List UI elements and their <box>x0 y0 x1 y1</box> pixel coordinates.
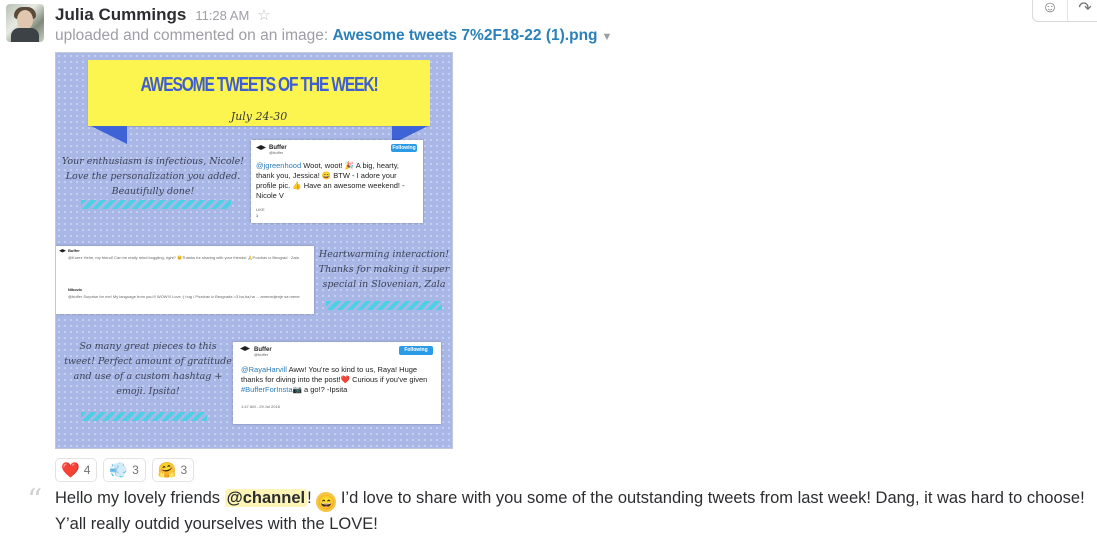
tweet-card-3: Buffer @buffer Following @RayaHarvill Aw… <box>233 342 441 424</box>
avatar[interactable] <box>6 4 44 42</box>
quote-3: So many great pieces to this tweet! Perf… <box>64 341 232 397</box>
tweet-text: @jgreenhood Woot, woot! 🎉 A big, hearty,… <box>256 161 418 201</box>
image-banner: AWESOME TWEETS OF THE WEEK! July 24-30 <box>88 60 430 126</box>
tweet-meta: 1:47 AM - 29 Jul 2016 <box>241 404 280 409</box>
tweet-likes: 1 <box>256 213 259 218</box>
tweet-line-1: @Kurez Hehe, my friend! Can be really mi… <box>68 255 299 260</box>
buffer-logo-icon <box>256 145 266 150</box>
grinning-face-icon: 😄 <box>316 492 337 512</box>
timestamp[interactable]: 11:28 AM <box>195 8 249 23</box>
message-header: Julia Cummings 11:28 AM ☆ <box>55 5 271 27</box>
message-part-2: ! <box>307 489 317 507</box>
chevron-down-icon[interactable]: ▼ <box>602 31 613 43</box>
ribbon-left <box>91 126 127 144</box>
banner-date: July 24-30 <box>230 110 288 123</box>
message-actions: ☺ ↷ <box>1032 0 1097 22</box>
tweet-text: @RayaHarvill Aww! You're so kind to us, … <box>241 365 437 395</box>
avatar-body <box>11 28 39 42</box>
add-reaction-icon[interactable]: ☺ <box>1033 0 1068 21</box>
tweet-handle: @buffer <box>269 150 284 155</box>
heart-icon: ❤️ <box>61 462 80 479</box>
tweet-card-1: Buffer @buffer Following @jgreenhood Woo… <box>251 140 423 223</box>
star-icon[interactable]: ☆ <box>257 6 270 24</box>
reaction-hug[interactable]: 🤗 3 <box>151 458 195 482</box>
reaction-count: 3 <box>180 463 188 477</box>
reaction-count: 3 <box>132 463 139 477</box>
tweet-reply-name: Nikovic <box>68 287 83 292</box>
stripe-2 <box>326 301 442 310</box>
hugging-face-icon: 🤗 <box>157 462 177 479</box>
banner-title: AWESOME TWEETS OF THE WEEK! <box>140 74 378 96</box>
reaction-dash[interactable]: 💨 3 <box>103 458 146 482</box>
tweet-mention: @jgreenhood <box>256 161 302 170</box>
buffer-logo-icon <box>59 249 66 253</box>
dash-icon: 💨 <box>109 462 129 479</box>
quote-1: Your enthusiasm is infectious, Nicole! L… <box>61 156 245 197</box>
upload-prefix: uploaded and commented on an image: <box>55 27 329 44</box>
tweet-handle: @buffer <box>254 352 269 357</box>
tweet-body-end: 📷 a go!? -Ipsita <box>292 385 348 394</box>
buffer-logo-icon <box>240 346 250 351</box>
tweet-author: Buffer <box>68 248 80 253</box>
stripe-1 <box>81 200 231 209</box>
reactions-bar: ❤️ 4 💨 3 🤗 3 <box>55 458 200 482</box>
file-link[interactable]: Awesome tweets 7%2F18-22 (1).png <box>332 27 597 44</box>
stripe-3 <box>81 412 207 421</box>
tweet-line-2: @buffer Surprise for me! My language fro… <box>68 294 300 299</box>
tweet-mention: @RayaHarvill <box>241 365 287 374</box>
reaction-count: 4 <box>83 463 91 477</box>
share-icon[interactable]: ↷ <box>1068 0 1097 21</box>
message-text: Hello my lovely friends @channel! 😄 I’d … <box>55 486 1095 536</box>
follow-button: Following <box>399 346 433 355</box>
message-part-1: Hello my lovely friends <box>55 489 225 507</box>
channel-mention[interactable]: @channel <box>224 489 308 507</box>
tweet-hashtag: #BufferForInsta <box>241 385 293 394</box>
follow-button: Following <box>391 144 417 152</box>
quote-mark-icon: “ <box>27 483 43 518</box>
image-preview[interactable]: AWESOME TWEETS OF THE WEEK! July 24-30 B… <box>55 52 453 449</box>
upload-description: uploaded and commented on an image: Awes… <box>55 27 612 45</box>
reaction-heart[interactable]: ❤️ 4 <box>55 458 98 482</box>
tweet-card-2: Buffer @Kurez Hehe, my friend! Can be re… <box>56 246 314 314</box>
quote-2: Heartwarming interaction! Thanks for mak… <box>318 249 450 290</box>
author-name[interactable]: Julia Cummings <box>55 5 186 25</box>
avatar-face <box>17 10 33 30</box>
